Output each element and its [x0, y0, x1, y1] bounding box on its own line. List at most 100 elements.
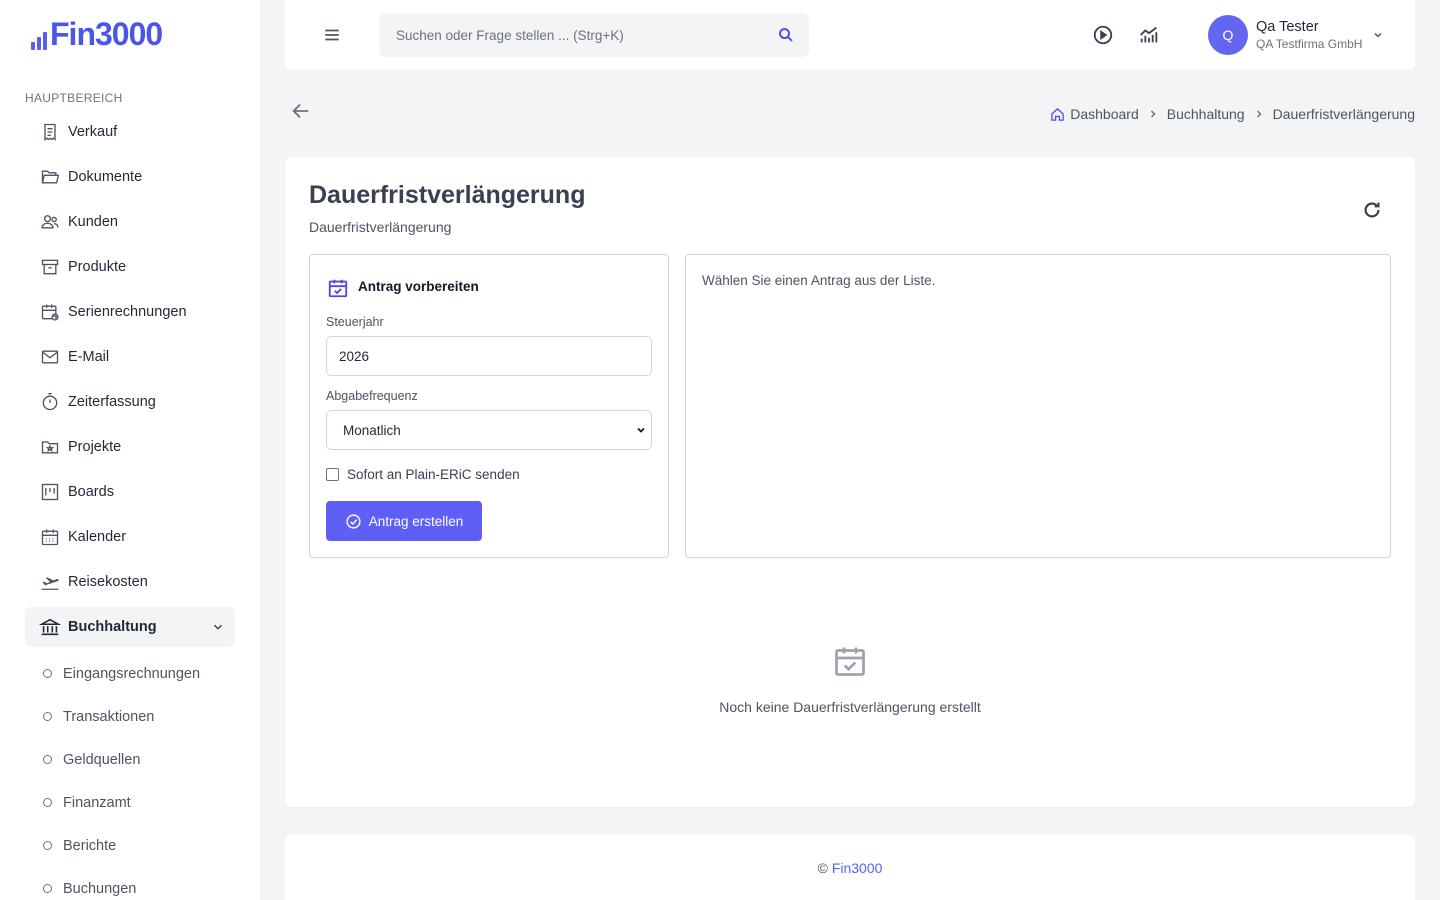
copyright-symbol: © — [817, 860, 828, 876]
sidebar-subnav-buchhaltung: Eingangsrechnungen Transaktionen Geldque… — [25, 652, 235, 900]
sidebar-item-label: Reisekosten — [68, 574, 148, 590]
tax-year-label: Steuerjahr — [326, 315, 384, 329]
tax-year-input[interactable] — [326, 336, 652, 376]
sidebar-section-title: HAUPTBEREICH — [25, 91, 123, 105]
footer: © Fin3000 — [285, 835, 1415, 900]
user-name: Qa Tester — [1256, 19, 1319, 35]
sidebar-item-label: E-Mail — [68, 349, 110, 365]
panel-header: Antrag vorbereiten — [327, 273, 479, 299]
frequency-select-value: Monatlich — [343, 422, 401, 438]
sidebar-nav: Verkauf Dokumente Kunden Produkte Serien… — [25, 112, 235, 652]
logo-text: Fin3000 — [50, 16, 163, 52]
play-circle-icon[interactable] — [1091, 23, 1115, 47]
circle-icon — [43, 841, 52, 850]
top-header: Q Qa Tester QA Testfirma GmbH — [285, 0, 1415, 70]
sidebar-subitem-geldquellen[interactable]: Geldquellen — [25, 738, 235, 781]
bank-icon — [39, 616, 61, 638]
stopwatch-icon — [39, 391, 61, 413]
circle-icon — [43, 755, 52, 764]
sidebar-subitem-eingangsrechnungen[interactable]: Eingangsrechnungen — [25, 652, 235, 695]
logo[interactable]: Fin3000 — [31, 16, 163, 52]
sidebar-item-label: Buchhaltung — [68, 619, 157, 635]
sidebar-item-label: Dokumente — [68, 169, 143, 185]
sidebar-item-produkte[interactable]: Produkte — [25, 247, 235, 287]
footer-link[interactable]: Fin3000 — [832, 860, 883, 876]
users-icon — [39, 211, 61, 233]
breadcrumb-dashboard[interactable]: Dashboard — [1050, 106, 1139, 122]
sidebar-subitem-label: Transaktionen — [63, 708, 155, 725]
calendar-check-icon — [327, 277, 349, 299]
chevron-right-icon — [1253, 108, 1265, 120]
sidebar-subitem-buchungen[interactable]: Buchungen — [25, 867, 235, 900]
sidebar-item-projekte[interactable]: Projekte — [25, 427, 235, 467]
circle-icon — [43, 884, 52, 893]
refresh-icon[interactable] — [1361, 199, 1383, 221]
check-circle-icon — [345, 513, 362, 530]
sidebar-item-kalender[interactable]: Kalender — [25, 517, 235, 557]
user-menu[interactable]: Q Qa Tester QA Testfirma GmbH — [1208, 15, 1384, 55]
sidebar-item-boards[interactable]: Boards — [25, 472, 235, 512]
archive-box-icon — [39, 256, 61, 278]
breadcrumb-current: Dauerfristverlängerung — [1273, 106, 1415, 122]
breadcrumb-label: Dauerfristverlängerung — [1272, 106, 1415, 122]
breadcrumb-buchhaltung[interactable]: Buchhaltung — [1167, 106, 1245, 122]
sidebar-subitem-berichte[interactable]: Berichte — [25, 824, 235, 867]
sidebar-subitem-label: Geldquellen — [63, 751, 141, 768]
circle-icon — [43, 712, 52, 721]
breadcrumb: Dashboard Buchhaltung Dauerfristverlänge… — [1050, 106, 1415, 122]
sidebar-subitem-label: Berichte — [63, 837, 117, 854]
sidebar-item-label: Boards — [68, 484, 114, 500]
sidebar-subitem-label: Buchungen — [63, 880, 137, 897]
sidebar-item-label: Serienrechnungen — [68, 304, 187, 320]
frequency-label: Abgabefrequenz — [326, 389, 418, 403]
sidebar-item-zeiterfassung[interactable]: Zeiterfassung — [25, 382, 235, 422]
search-input[interactable] — [379, 13, 759, 57]
sidebar: Fin3000 HAUPTBEREICH Verkauf Dokumente K… — [0, 0, 260, 900]
sidebar-subitem-label: Finanzamt — [63, 794, 131, 811]
sidebar-item-buchhaltung[interactable]: Buchhaltung — [25, 607, 235, 647]
send-eric-checkbox-label: Sofort an Plain-ERiC senden — [347, 467, 520, 482]
calendar-recurring-icon — [39, 301, 61, 323]
create-request-panel: Antrag vorbereiten Steuerjahr Abgabefreq… — [309, 254, 669, 558]
frequency-select[interactable]: Monatlich — [326, 410, 652, 450]
sidebar-item-reisekosten[interactable]: Reisekosten — [25, 562, 235, 602]
sidebar-item-email[interactable]: E-Mail — [25, 337, 235, 377]
menu-icon[interactable] — [321, 24, 343, 46]
main-card: Dauerfristverlängerung Dauerfristverläng… — [285, 157, 1415, 807]
folder-star-icon — [39, 436, 61, 458]
folder-open-icon — [39, 166, 61, 188]
sidebar-item-label: Kunden — [68, 214, 118, 230]
detail-placeholder-text: Wählen Sie einen Antrag aus der Liste. — [702, 273, 936, 288]
sidebar-item-label: Zeiterfassung — [68, 394, 156, 410]
chevron-down-icon[interactable] — [211, 620, 225, 634]
create-request-button[interactable]: Antrag erstellen — [326, 501, 482, 541]
calendar-check-icon — [832, 643, 868, 679]
sidebar-item-verkauf[interactable]: Verkauf — [25, 112, 235, 152]
user-company: QA Testfirma GmbH — [1256, 37, 1363, 51]
sidebar-item-label: Kalender — [68, 529, 127, 545]
back-arrow-icon[interactable] — [290, 100, 312, 122]
sidebar-item-label: Projekte — [68, 439, 122, 455]
search-icon[interactable] — [777, 26, 795, 49]
chevron-down-icon — [635, 424, 647, 436]
analytics-chart-icon[interactable] — [1137, 23, 1161, 47]
logo-bars-icon — [31, 24, 47, 50]
sidebar-item-label: Produkte — [68, 259, 127, 275]
sidebar-subitem-finanzamt[interactable]: Finanzamt — [25, 781, 235, 824]
chevron-right-icon — [1147, 108, 1159, 120]
sidebar-item-label: Verkauf — [68, 124, 118, 140]
home-icon — [1050, 107, 1065, 122]
circle-icon — [43, 798, 52, 807]
chevron-down-icon — [1372, 29, 1384, 41]
create-request-button-label: Antrag erstellen — [368, 513, 464, 529]
sidebar-item-serienrechnungen[interactable]: Serienrechnungen — [25, 292, 235, 332]
sidebar-item-dokumente[interactable]: Dokumente — [25, 157, 235, 197]
plane-departure-icon — [39, 571, 61, 593]
sidebar-subitem-label: Eingangsrechnungen — [63, 665, 201, 682]
send-eric-checkbox[interactable] — [326, 468, 339, 481]
send-eric-checkbox-row[interactable]: Sofort an Plain-ERiC senden — [326, 467, 520, 482]
sidebar-subitem-transaktionen[interactable]: Transaktionen — [25, 695, 235, 738]
page-subtitle: Dauerfristverlängerung — [309, 219, 452, 235]
panel-title: Antrag vorbereiten — [358, 278, 479, 294]
sidebar-item-kunden[interactable]: Kunden — [25, 202, 235, 242]
